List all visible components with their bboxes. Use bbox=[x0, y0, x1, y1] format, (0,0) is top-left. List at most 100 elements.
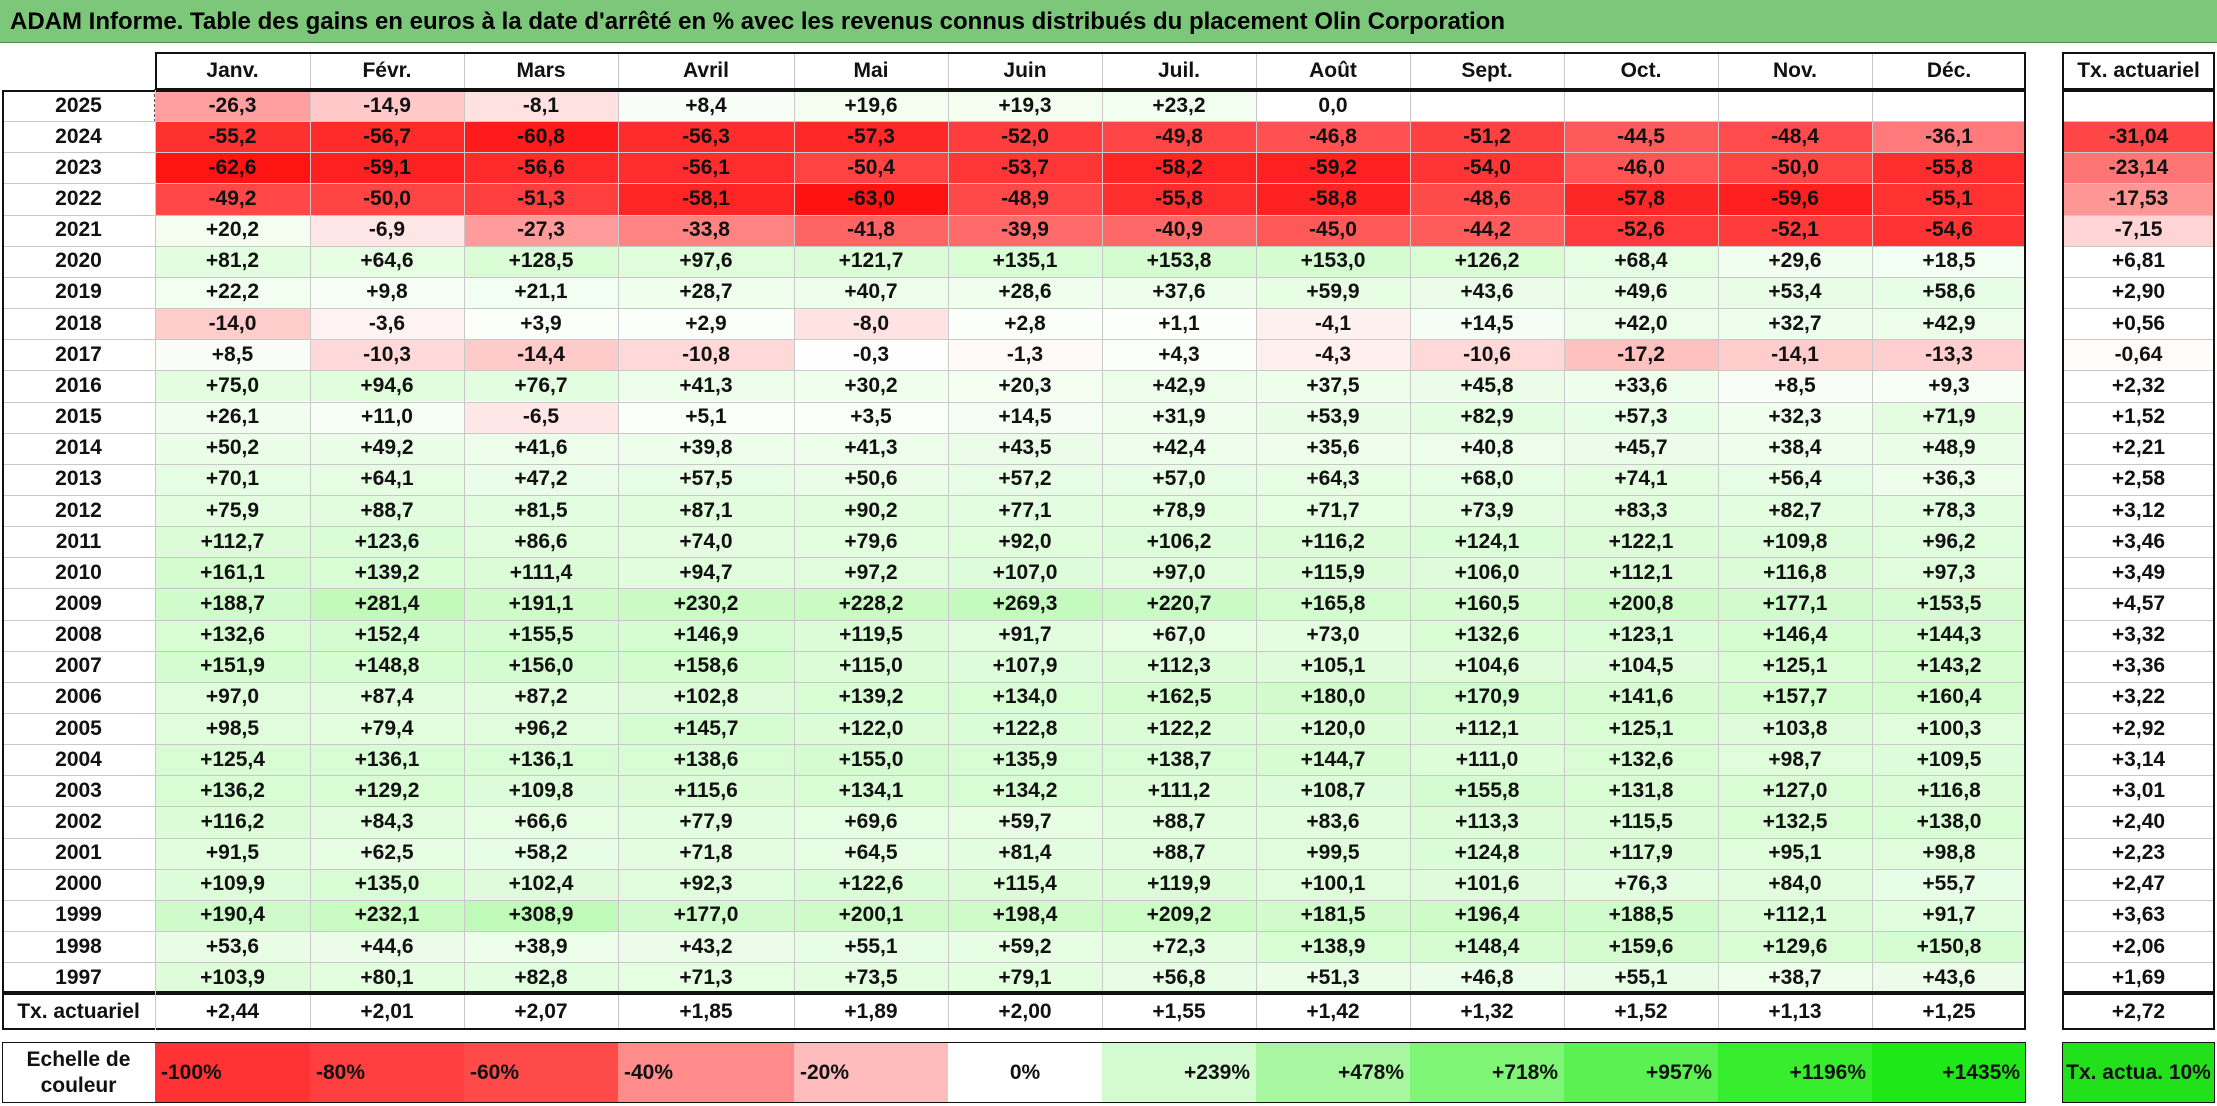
gain-cell: +23,2 bbox=[1102, 90, 1256, 122]
column-header: Avril bbox=[618, 52, 794, 90]
gain-cell: -46,8 bbox=[1256, 121, 1410, 153]
year-cell: 2013 bbox=[2, 463, 155, 495]
gain-cell: +29,6 bbox=[1718, 245, 1872, 277]
gain-cell: +116,8 bbox=[1872, 775, 2026, 807]
year-cell: 2006 bbox=[2, 681, 155, 713]
gain-cell: +111,0 bbox=[1410, 744, 1564, 776]
gain-cell: +200,1 bbox=[794, 899, 948, 932]
gain-cell: +21,1 bbox=[464, 276, 618, 309]
gain-cell: +64,6 bbox=[310, 245, 464, 277]
rate-cell bbox=[2062, 90, 2215, 122]
gain-cell: +106,2 bbox=[1102, 526, 1256, 558]
gain-cell: +162,5 bbox=[1102, 681, 1256, 713]
gain-cell: +92,0 bbox=[948, 526, 1102, 558]
gain-cell: +71,7 bbox=[1256, 494, 1410, 527]
gain-cell: +64,3 bbox=[1256, 463, 1410, 495]
gain-cell: +78,3 bbox=[1872, 494, 2026, 527]
gain-cell: +122,2 bbox=[1102, 713, 1256, 745]
gain-cell: -54,0 bbox=[1410, 152, 1564, 184]
gain-cell: +62,5 bbox=[310, 837, 464, 869]
gain-cell: -58,2 bbox=[1102, 152, 1256, 184]
gain-cell: +160,5 bbox=[1410, 588, 1564, 620]
gain-cell: -10,3 bbox=[310, 339, 464, 371]
scale-swatch: +1196% bbox=[1718, 1042, 1872, 1103]
gain-cell: -13,3 bbox=[1872, 339, 2026, 371]
gain-cell: +281,4 bbox=[310, 588, 464, 620]
rate-column-header: Tx. actuariel bbox=[2062, 52, 2215, 90]
gain-cell: +67,0 bbox=[1102, 619, 1256, 651]
rate-cell: +2,06 bbox=[2062, 931, 2215, 963]
gain-cell: -3,6 bbox=[310, 308, 464, 340]
gain-cell: +41,3 bbox=[618, 370, 794, 402]
year-cell: 2009 bbox=[2, 588, 155, 620]
gain-cell: +136,1 bbox=[464, 744, 618, 776]
year-cell: 2025 bbox=[2, 90, 155, 122]
gain-cell: -27,3 bbox=[464, 214, 618, 246]
year-cell: 2014 bbox=[2, 432, 155, 464]
gain-cell: +42,9 bbox=[1872, 308, 2026, 340]
gain-cell: +138,9 bbox=[1256, 931, 1410, 963]
gain-cell: -48,4 bbox=[1718, 121, 1872, 153]
gain-cell: +41,3 bbox=[794, 432, 948, 464]
gain-cell: +75,9 bbox=[155, 494, 310, 527]
gain-cell: +58,2 bbox=[464, 837, 618, 869]
gain-cell: -51,2 bbox=[1410, 121, 1564, 153]
gain-cell: +28,6 bbox=[948, 276, 1102, 309]
gain-cell: +111,4 bbox=[464, 557, 618, 589]
gain-cell: +136,2 bbox=[155, 775, 310, 807]
gain-cell: +150,8 bbox=[1872, 931, 2026, 963]
gain-cell: +68,4 bbox=[1564, 245, 1718, 277]
gain-cell: +2,9 bbox=[618, 308, 794, 340]
gain-cell: +43,6 bbox=[1872, 962, 2026, 994]
gain-cell: +134,2 bbox=[948, 775, 1102, 807]
gain-cell: -50,4 bbox=[794, 152, 948, 184]
gain-cell bbox=[1872, 90, 2026, 122]
gain-cell: +112,7 bbox=[155, 526, 310, 558]
gain-cell: +116,8 bbox=[1718, 557, 1872, 589]
gain-cell: +109,9 bbox=[155, 868, 310, 900]
gain-cell: -59,6 bbox=[1718, 183, 1872, 215]
gain-cell: +170,9 bbox=[1410, 681, 1564, 713]
gain-cell: +87,1 bbox=[618, 494, 794, 527]
gain-cell: -52,0 bbox=[948, 121, 1102, 153]
column-header: Juil. bbox=[1102, 52, 1256, 90]
gain-cell: +41,6 bbox=[464, 432, 618, 464]
gain-cell: +26,1 bbox=[155, 401, 310, 433]
column-header: Mai bbox=[794, 52, 948, 90]
gain-cell: +59,9 bbox=[1256, 276, 1410, 309]
gain-cell: -52,6 bbox=[1564, 214, 1718, 246]
gain-cell: +50,2 bbox=[155, 432, 310, 464]
gain-cell: +122,0 bbox=[794, 713, 948, 745]
gain-cell: +198,4 bbox=[948, 899, 1102, 932]
gain-cell: +30,2 bbox=[794, 370, 948, 402]
gain-cell: +135,0 bbox=[310, 868, 464, 900]
scale-swatch: -20% bbox=[794, 1042, 948, 1103]
gain-cell: -48,6 bbox=[1410, 183, 1564, 215]
gain-cell: +32,3 bbox=[1718, 401, 1872, 433]
gain-cell: +51,3 bbox=[1256, 962, 1410, 994]
gain-cell: +124,8 bbox=[1410, 837, 1564, 869]
rate-cell: +4,57 bbox=[2062, 588, 2215, 620]
gain-cell: -52,1 bbox=[1718, 214, 1872, 246]
gain-cell: +53,9 bbox=[1256, 401, 1410, 433]
gain-cell: +100,3 bbox=[1872, 713, 2026, 745]
year-cell: 2022 bbox=[2, 183, 155, 215]
column-header: Juin bbox=[948, 52, 1102, 90]
gain-cell: +123,1 bbox=[1564, 619, 1718, 651]
gain-cell: +230,2 bbox=[618, 588, 794, 620]
gain-cell: +125,1 bbox=[1718, 650, 1872, 682]
gain-cell: +36,3 bbox=[1872, 463, 2026, 495]
rate-cell: +2,32 bbox=[2062, 370, 2215, 402]
gain-cell: +131,8 bbox=[1564, 775, 1718, 807]
gain-cell: -50,0 bbox=[310, 183, 464, 215]
gain-cell: +117,9 bbox=[1564, 837, 1718, 869]
rate-cell: +2,23 bbox=[2062, 837, 2215, 869]
gain-cell: +83,3 bbox=[1564, 494, 1718, 527]
footer-rate-cell: +1,85 bbox=[618, 993, 794, 1030]
gain-cell: +14,5 bbox=[1410, 308, 1564, 340]
gain-cell: +122,6 bbox=[794, 868, 948, 900]
gain-cell: +102,4 bbox=[464, 868, 618, 900]
gain-cell: +42,9 bbox=[1102, 370, 1256, 402]
gain-cell: +132,6 bbox=[1564, 744, 1718, 776]
gain-cell: +8,4 bbox=[618, 90, 794, 122]
